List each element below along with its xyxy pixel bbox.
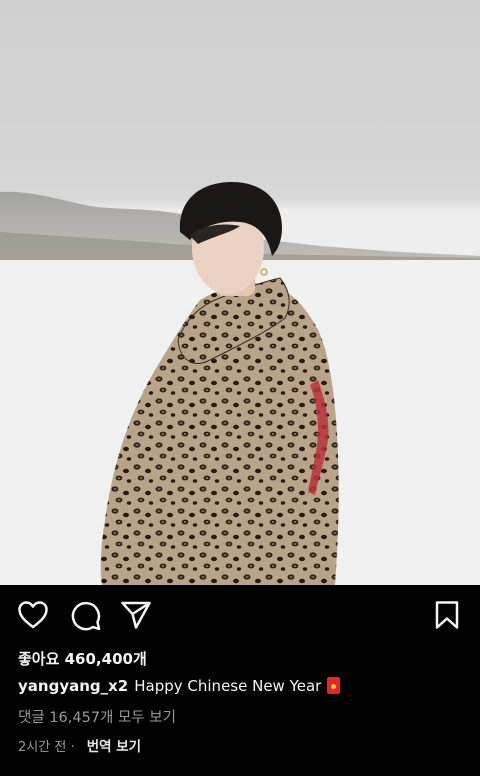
heart-icon[interactable]	[17, 600, 49, 630]
post-meta: 2시간 전 · 번역 보기	[18, 735, 141, 755]
red-envelope-icon	[327, 677, 341, 694]
view-all-comments-link[interactable]: 댓글 16,457개 모두 보기	[18, 706, 176, 727]
caption-text: Happy Chinese New Year	[134, 677, 322, 695]
bookmark-icon[interactable]	[434, 600, 460, 630]
translate-link[interactable]: 번역 보기	[87, 739, 141, 755]
caption-username[interactable]: yangyang_x2	[18, 677, 128, 695]
post-photo-illustration	[0, 182, 480, 585]
likes-count[interactable]: 좋아요 460,400개	[18, 648, 147, 669]
post-action-bar	[0, 585, 480, 647]
post-timestamp: 2시간 전	[18, 740, 67, 755]
comment-icon[interactable]	[70, 600, 102, 631]
post-image[interactable]	[0, 0, 480, 585]
post-caption: yangyang_x2 Happy Chinese New Year	[18, 677, 341, 695]
send-icon[interactable]	[120, 600, 152, 630]
meta-separator: ·	[70, 740, 75, 755]
